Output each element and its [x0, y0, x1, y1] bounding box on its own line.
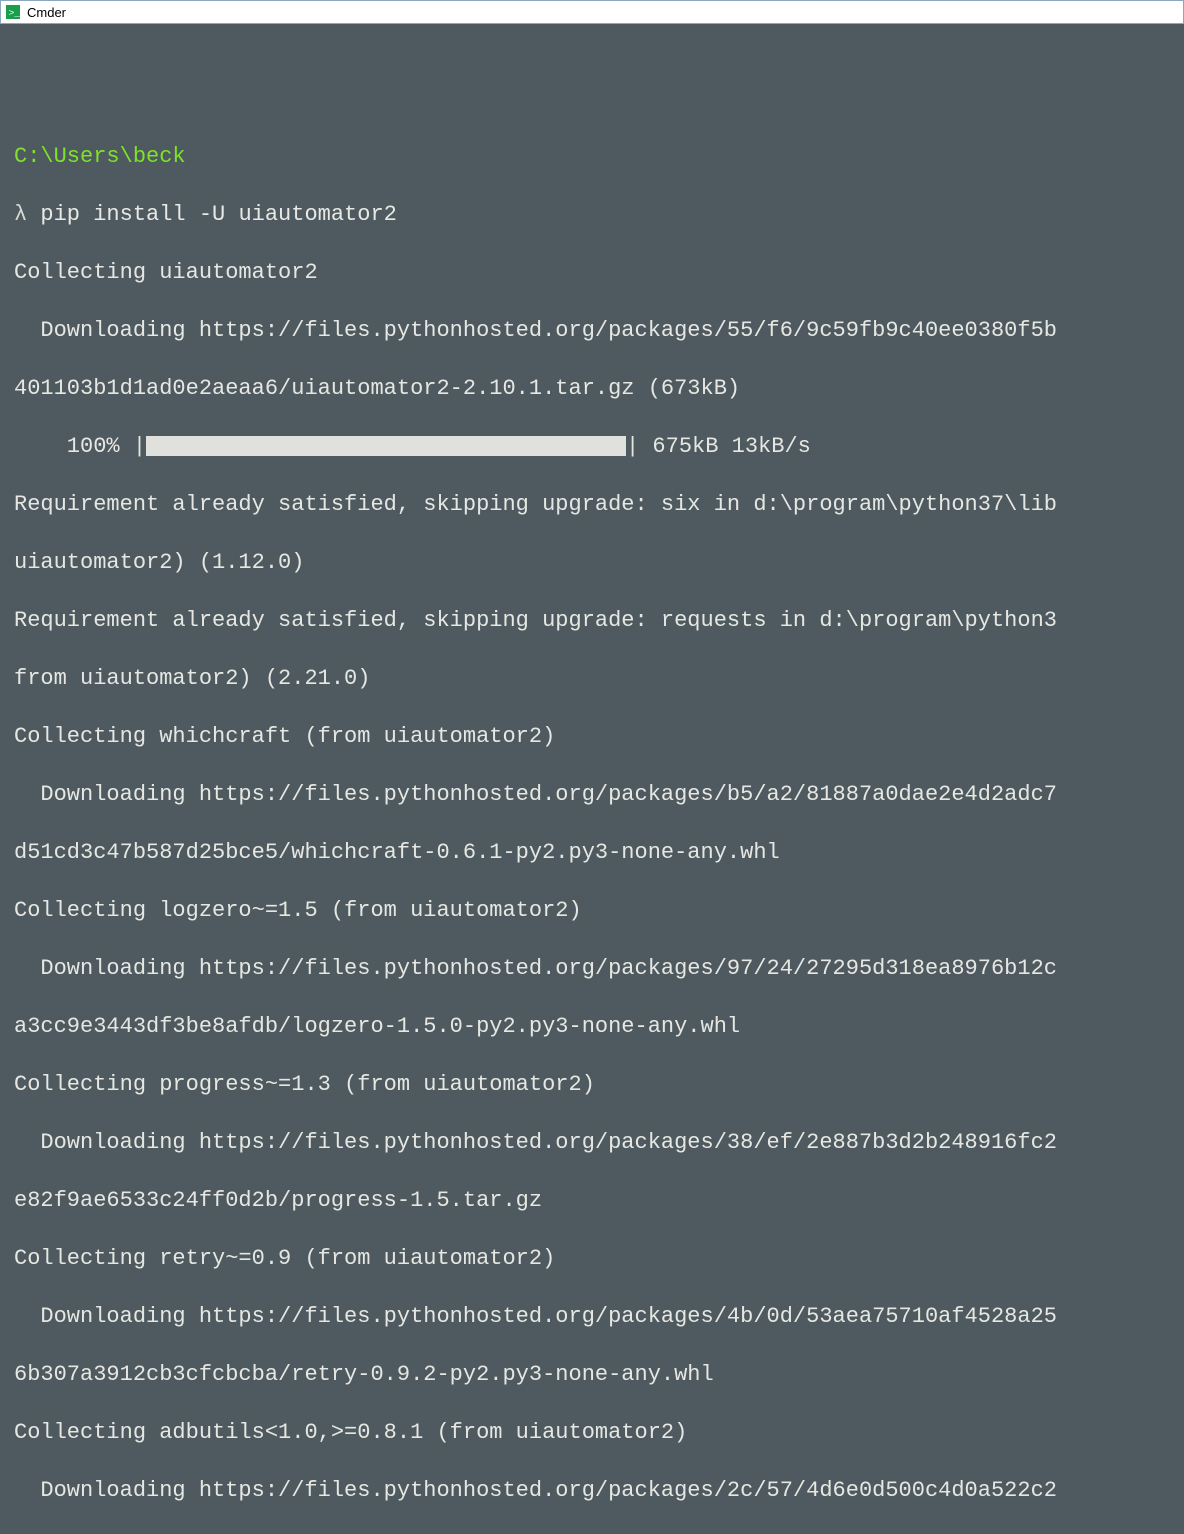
progress-percent: 100% |: [14, 434, 146, 459]
window-title: Cmder: [27, 0, 66, 27]
output-line: Downloading https://files.pythonhosted.o…: [14, 954, 1170, 983]
output-line: Downloading https://files.pythonhosted.o…: [14, 1128, 1170, 1157]
progress-line: 100% | | 675kB 13kB/s: [14, 432, 1170, 461]
terminal-output[interactable]: C:\Users\beck λ pip install -U uiautomat…: [0, 24, 1184, 792]
output-line: Collecting whichcraft (from uiautomator2…: [14, 722, 1170, 751]
output-line: Downloading https://files.pythonhosted.o…: [14, 316, 1170, 345]
prompt-line: C:\Users\beck: [14, 142, 1170, 171]
window-title-bar[interactable]: >_ Cmder: [0, 0, 1184, 24]
output-line: Requirement already satisfied, skipping …: [14, 606, 1170, 635]
output-line: Requirement already satisfied, skipping …: [14, 490, 1170, 519]
command-line: λ pip install -U uiautomator2: [14, 200, 1170, 229]
output-line: a3cc9e3443df3be8afdb/logzero-1.5.0-py2.p…: [14, 1012, 1170, 1041]
entered-command: pip install -U uiautomator2: [40, 202, 396, 227]
app-icon: >_: [5, 4, 21, 20]
output-line: Collecting uiautomator2: [14, 258, 1170, 287]
output-line: Downloading https://files.pythonhosted.o…: [14, 1302, 1170, 1331]
progress-bar-fill: [146, 436, 626, 456]
output-line: 401103b1d1ad0e2aeaa6/uiautomator2-2.10.1…: [14, 374, 1170, 403]
prompt-symbol: λ: [14, 202, 27, 227]
output-line: from uiautomator2) (2.21.0): [14, 664, 1170, 693]
current-path: C:\Users\beck: [14, 144, 186, 169]
output-line: Collecting retry~=0.9 (from uiautomator2…: [14, 1244, 1170, 1273]
output-line: uiautomator2) (1.12.0): [14, 548, 1170, 577]
output-line: Downloading https://files.pythonhosted.o…: [14, 780, 1170, 809]
output-line: 6b307a3912cb3cfcbcba/retry-0.9.2-py2.py3…: [14, 1360, 1170, 1389]
output-line: Collecting progress~=1.3 (from uiautomat…: [14, 1070, 1170, 1099]
output-line: e82f9ae6533c24ff0d2b/progress-1.5.tar.gz: [14, 1186, 1170, 1215]
cmder-icon: >_: [6, 5, 20, 19]
output-line: Collecting logzero~=1.5 (from uiautomato…: [14, 896, 1170, 925]
output-line: Downloading https://files.pythonhosted.o…: [14, 1476, 1170, 1505]
progress-stats: | 675kB 13kB/s: [626, 434, 811, 459]
output-line: Collecting adbutils<1.0,>=0.8.1 (from ui…: [14, 1418, 1170, 1447]
terminal-top-padding: [14, 53, 1170, 113]
svg-text:>_: >_: [9, 8, 20, 19]
output-line: d51cd3c47b587d25bce5/whichcraft-0.6.1-py…: [14, 838, 1170, 867]
